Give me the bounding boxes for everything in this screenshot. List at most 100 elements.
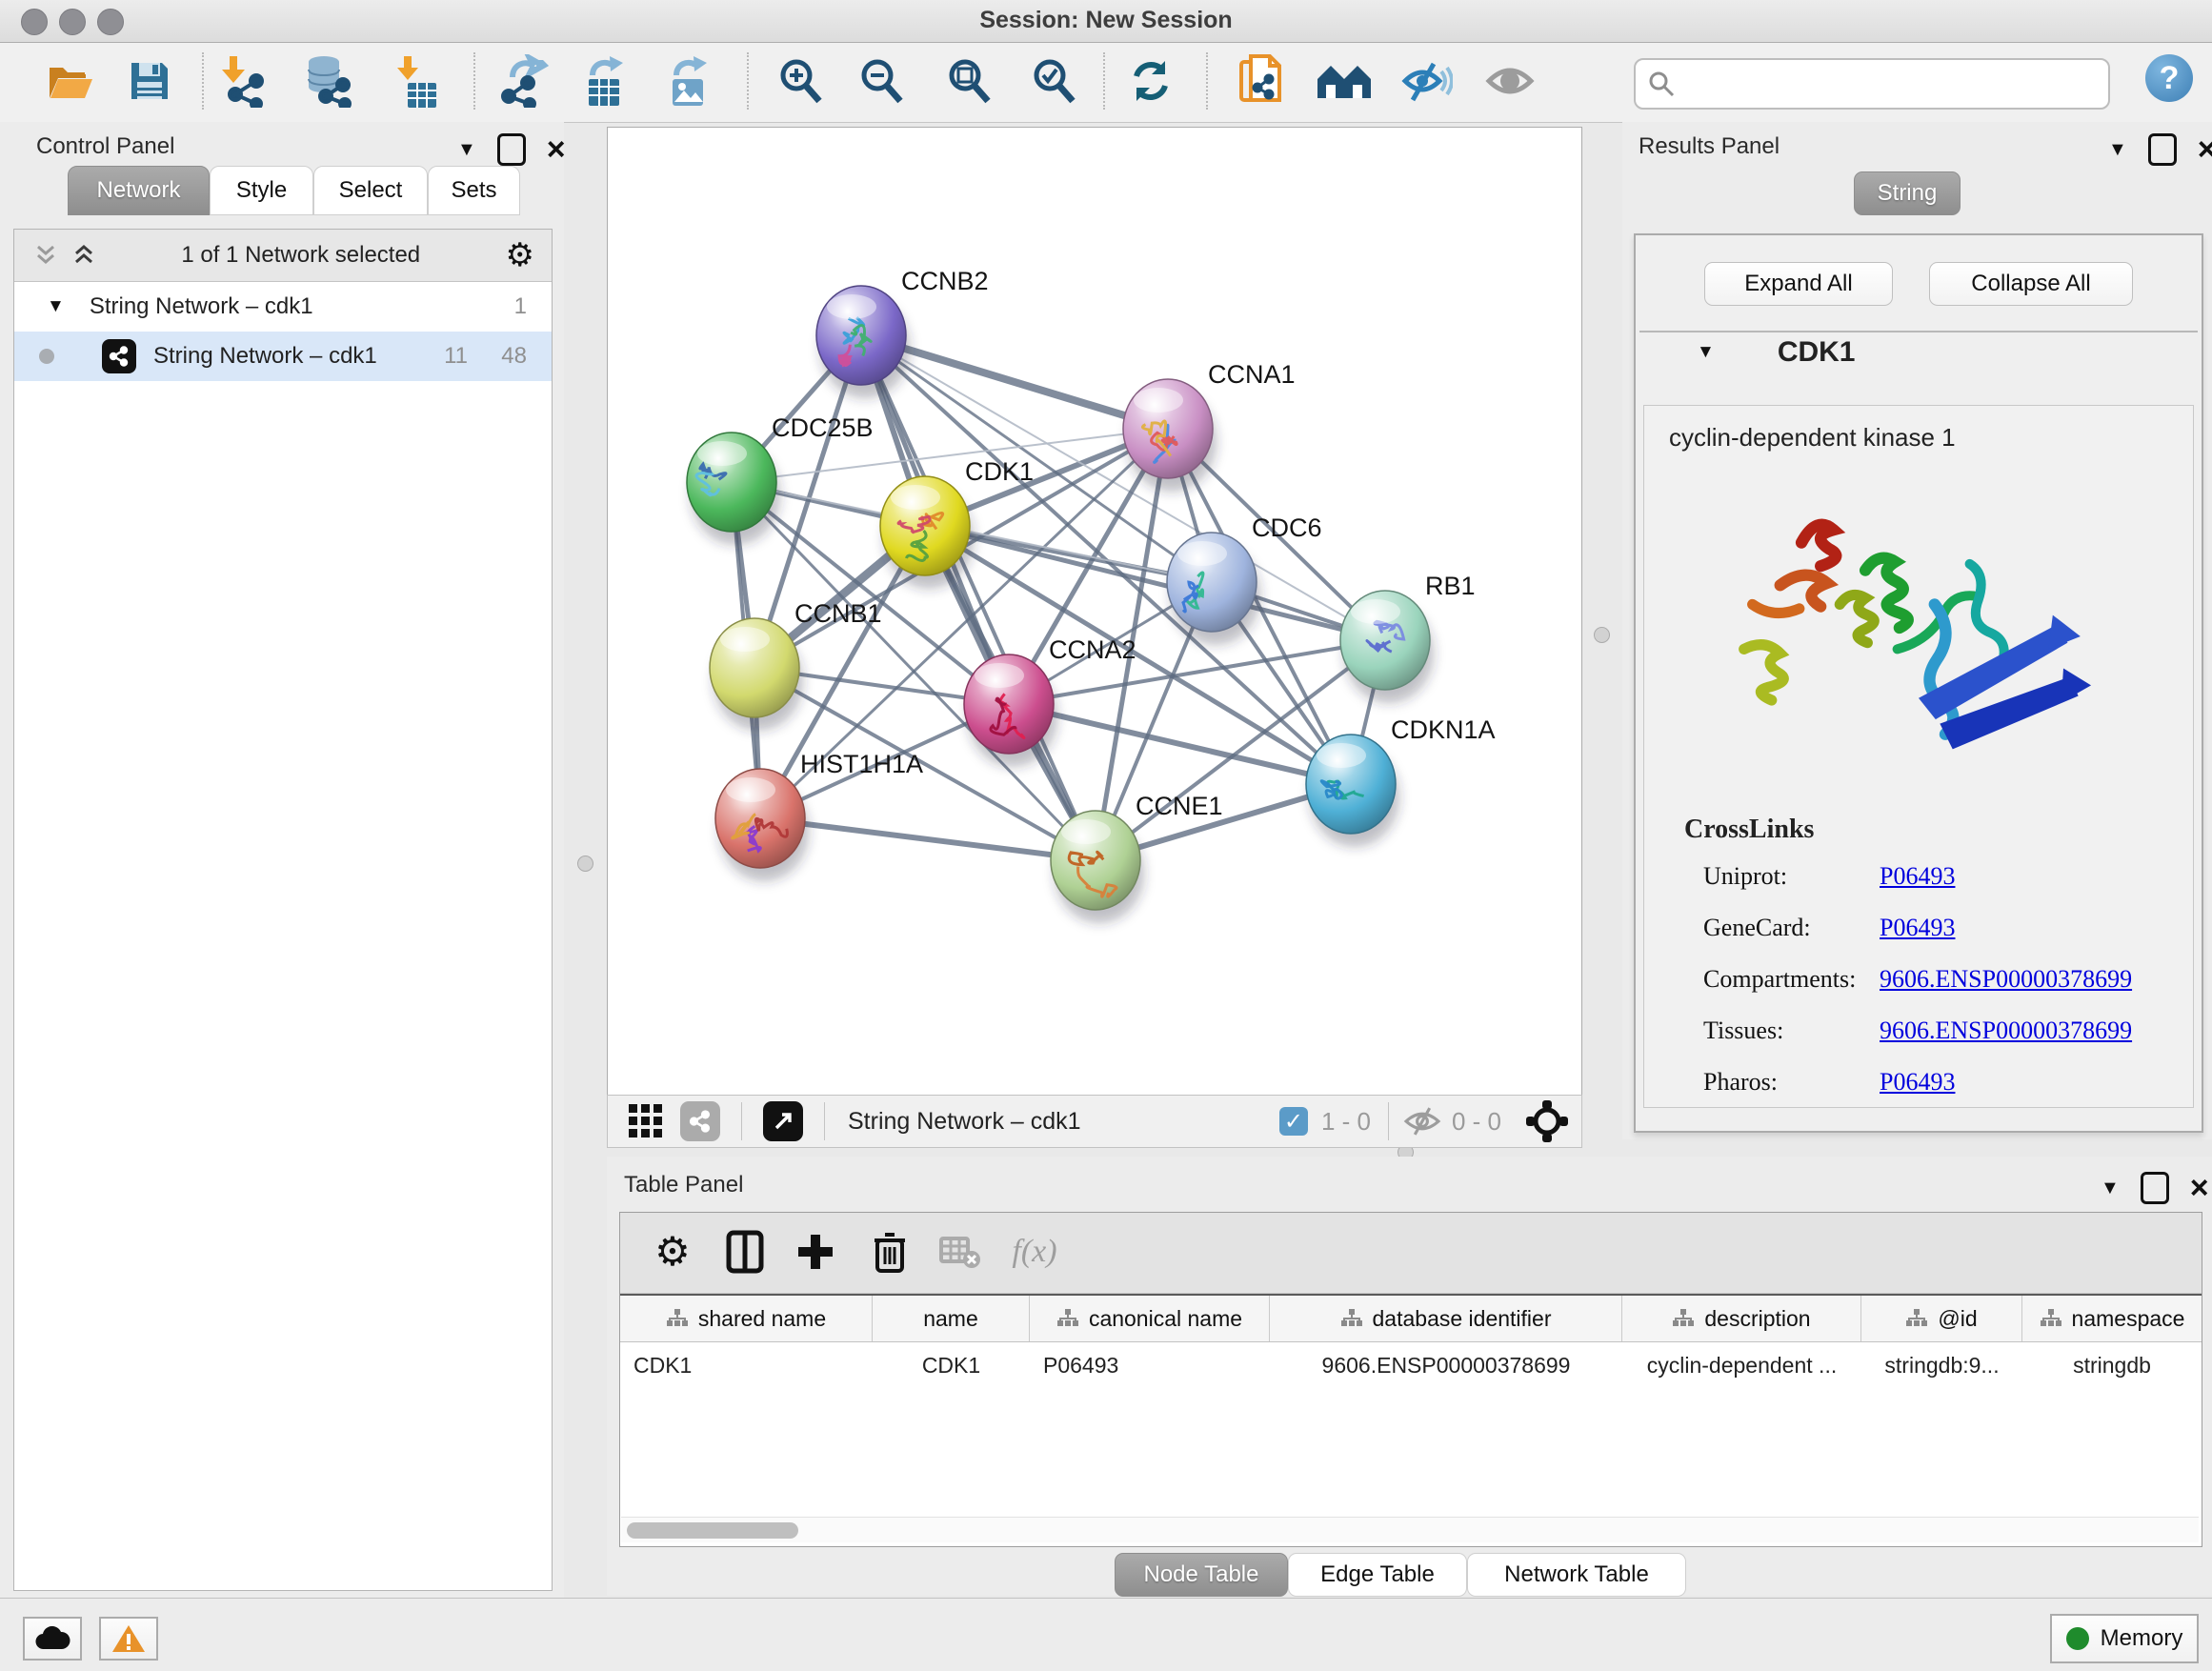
main-toolbar: ? — [0, 43, 2212, 123]
cell-name[interactable]: CDK1 — [873, 1353, 1030, 1379]
zoom-out-button[interactable] — [851, 50, 912, 111]
zoom-fit-button[interactable] — [938, 50, 999, 111]
tab-network-table[interactable]: Network Table — [1467, 1553, 1686, 1597]
protein-expand-triangle-icon[interactable]: ▼ — [1697, 342, 1715, 363]
network-edge[interactable] — [861, 335, 1096, 860]
cloud-status-button[interactable] — [23, 1617, 82, 1661]
column-header-namespace[interactable]: namespace — [2022, 1296, 2202, 1341]
control-panel: Control Panel ▼ × Network Style Select S… — [0, 122, 564, 1598]
show-all-button[interactable] — [1479, 50, 1540, 111]
eye-slash-icon — [1399, 58, 1453, 104]
export-image-button[interactable] — [656, 50, 717, 111]
open-session-button[interactable] — [40, 50, 101, 111]
duplicate-network-button[interactable] — [1230, 50, 1291, 111]
selected-count-checkbox[interactable]: ✓ — [1279, 1107, 1308, 1136]
import-table-from-file-button[interactable] — [386, 50, 447, 111]
panel-collapse-icon[interactable]: ▼ — [2108, 139, 2127, 161]
collapse-all-chevrons-icon[interactable] — [71, 243, 96, 268]
first-neighbors-button[interactable] — [1314, 50, 1375, 111]
network-row[interactable]: String Network – cdk1 11 48 — [14, 332, 552, 381]
network-options-gear-icon[interactable]: ⚙ — [506, 239, 534, 272]
collapse-all-button[interactable]: Collapse All — [1929, 262, 2133, 306]
collection-expand-triangle-icon[interactable]: ▼ — [47, 296, 65, 317]
grid-view-icon[interactable] — [627, 1102, 665, 1140]
table-row[interactable]: CDK1 CDK1 P06493 9606.ENSP00000378699 cy… — [620, 1342, 2202, 1388]
eye-icon — [1485, 60, 1535, 102]
import-network-from-database-button[interactable] — [297, 50, 358, 111]
table-horizontal-scrollbar[interactable] — [621, 1517, 2199, 1542]
vertical-splitter-handle-right[interactable] — [1594, 627, 1610, 643]
crosslink-row: Pharos: P06493 — [1703, 1068, 2193, 1097]
tab-edge-table[interactable]: Edge Table — [1288, 1553, 1467, 1597]
tab-sets[interactable]: Sets — [428, 166, 520, 215]
hide-selected-button[interactable] — [1396, 50, 1457, 111]
crosslink-link[interactable]: 9606.ENSP00000378699 — [1880, 1017, 2132, 1045]
crosslink-link[interactable]: P06493 — [1880, 862, 1955, 891]
tab-style[interactable]: Style — [210, 166, 313, 215]
panel-collapse-icon[interactable]: ▼ — [457, 139, 476, 161]
crosslink-row: Compartments: 9606.ENSP00000378699 — [1703, 965, 2193, 994]
cell-shared-name[interactable]: CDK1 — [620, 1353, 873, 1379]
open-in-new-window-button[interactable] — [763, 1101, 803, 1141]
tab-select[interactable]: Select — [313, 166, 428, 215]
network-edge[interactable] — [760, 818, 1096, 860]
network-node-label: CDC6 — [1252, 513, 1322, 542]
panel-close-icon[interactable]: × — [2198, 138, 2212, 161]
cell-description[interactable]: cyclin-dependent ... — [1622, 1353, 1861, 1379]
tab-node-table[interactable]: Node Table — [1115, 1553, 1288, 1597]
houses-icon — [1316, 60, 1373, 102]
scrollbar-thumb[interactable] — [627, 1522, 798, 1539]
tab-string[interactable]: String — [1854, 171, 1961, 215]
status-bar: Memory — [0, 1598, 2212, 1671]
export-table-button[interactable] — [573, 50, 633, 111]
network-node-label: CDC25B — [772, 413, 874, 442]
expand-all-button[interactable]: Expand All — [1704, 262, 1893, 306]
crosslink-link[interactable]: P06493 — [1880, 1068, 1955, 1097]
crosslink-link[interactable]: 9606.ENSP00000378699 — [1880, 965, 2132, 994]
cell-namespace[interactable]: stringdb — [2022, 1353, 2202, 1379]
column-header-shared-name[interactable]: shared name — [620, 1296, 873, 1341]
vertical-splitter-handle-left[interactable] — [577, 856, 593, 872]
refresh-button[interactable] — [1120, 50, 1181, 111]
save-session-button[interactable] — [119, 50, 180, 111]
control-panel-title: Control Panel — [36, 133, 174, 160]
panel-float-icon[interactable] — [2148, 133, 2177, 166]
network-label: String Network – cdk1 — [153, 343, 377, 370]
network-collection-row[interactable]: ▼ String Network – cdk1 1 — [14, 282, 552, 332]
import-network-from-file-button[interactable] — [212, 50, 273, 111]
export-network-button[interactable] — [494, 50, 555, 111]
column-header-id[interactable]: @id — [1861, 1296, 2022, 1341]
memory-button[interactable]: Memory — [2050, 1614, 2199, 1663]
warnings-button[interactable] — [99, 1617, 158, 1661]
zoom-selected-button[interactable] — [1023, 50, 1084, 111]
panel-float-icon[interactable] — [497, 133, 526, 166]
network-node-label: CCNA1 — [1208, 360, 1296, 389]
network-edge[interactable] — [1009, 704, 1351, 784]
network-graph[interactable]: CCNB2CCNA1CDC25BCDK1CDC6RB1CCNB1CCNA2CDK… — [608, 128, 1581, 1095]
panel-float-icon[interactable] — [2141, 1172, 2169, 1204]
panel-collapse-icon[interactable]: ▼ — [2101, 1178, 2120, 1199]
column-header-description[interactable]: description — [1622, 1296, 1861, 1341]
crosshair-icon[interactable] — [1526, 1100, 1568, 1142]
cell-canonical-name[interactable]: P06493 — [1030, 1353, 1270, 1379]
help-button[interactable]: ? — [2145, 54, 2193, 102]
expand-all-chevrons-icon[interactable] — [33, 243, 58, 268]
zoom-in-button[interactable] — [770, 50, 831, 111]
network-share-badge[interactable] — [680, 1101, 720, 1141]
panel-close-icon[interactable]: × — [547, 138, 566, 161]
table-settings-gear-icon[interactable]: ⚙ — [643, 1222, 702, 1281]
panel-close-icon[interactable]: × — [2190, 1177, 2209, 1199]
cell-database-identifier[interactable]: 9606.ENSP00000378699 — [1270, 1353, 1622, 1379]
column-header-canonical-name[interactable]: canonical name — [1030, 1296, 1270, 1341]
column-header-name[interactable]: name — [873, 1296, 1030, 1341]
cell-id[interactable]: stringdb:9... — [1861, 1353, 2022, 1379]
network-canvas[interactable]: CCNB2CCNA1CDC25BCDK1CDC6RB1CCNB1CCNA2CDK… — [607, 127, 1582, 1096]
show-columns-icon[interactable] — [715, 1222, 774, 1281]
delete-column-trash-icon[interactable] — [860, 1222, 919, 1281]
search-input[interactable] — [1683, 70, 2108, 98]
crosslink-link[interactable]: P06493 — [1880, 914, 1955, 942]
column-header-database-identifier[interactable]: database identifier — [1270, 1296, 1622, 1341]
toolbar-search — [1634, 58, 2110, 110]
tab-network[interactable]: Network — [68, 166, 210, 215]
add-column-icon[interactable] — [786, 1222, 845, 1281]
